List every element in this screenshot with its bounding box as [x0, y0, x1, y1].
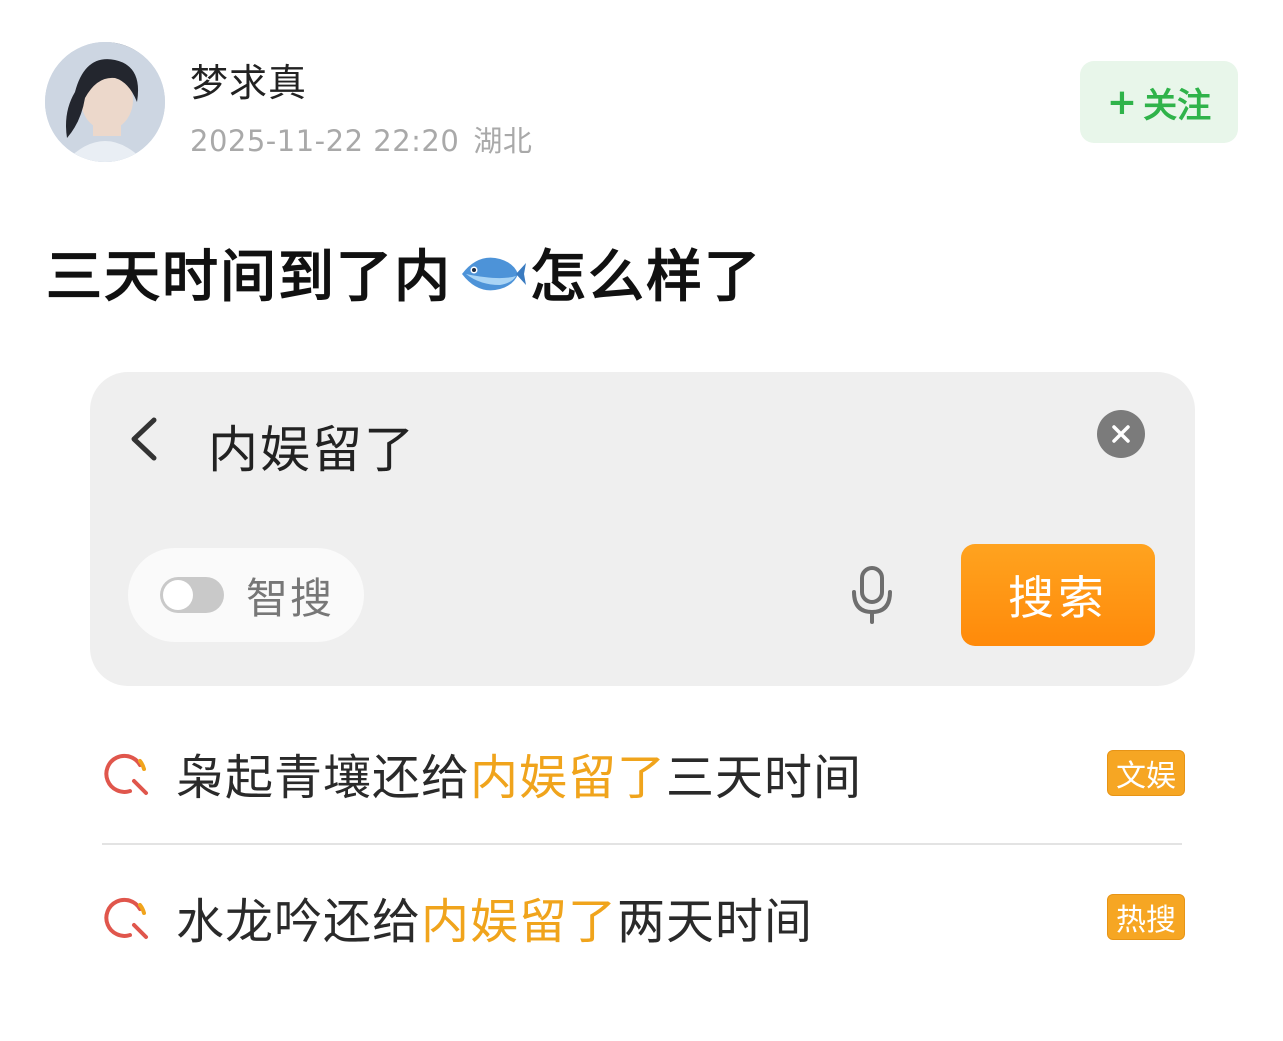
suggestion-highlight: 内娱留了	[470, 750, 667, 806]
post-location: 湖北	[473, 124, 533, 158]
fish-emoji-icon	[456, 248, 526, 298]
post-timestamp: 2025-11-22 22:20	[190, 124, 460, 158]
category-badge: 文娱	[1107, 750, 1185, 796]
post-text-after: 怎么样了	[530, 245, 762, 310]
suggestion-text: 枭起青壤还给内娱留了三天时间	[176, 750, 863, 806]
search-panel: 内娱留了 智搜 搜索	[90, 372, 1195, 686]
post-text-before: 三天时间到了内	[46, 245, 452, 310]
smart-search-label: 智搜	[246, 573, 335, 623]
divider	[102, 843, 1182, 845]
microphone-icon[interactable]	[846, 564, 898, 626]
avatar[interactable]	[45, 42, 165, 162]
search-suggestion-icon	[104, 897, 148, 939]
plus-icon: +	[1106, 81, 1138, 123]
clear-icon[interactable]	[1097, 410, 1145, 458]
suggestion-text: 水龙吟还给内娱留了两天时间	[176, 894, 814, 950]
follow-button[interactable]: + 关注	[1080, 61, 1238, 143]
back-chevron-icon[interactable]	[126, 416, 162, 462]
search-button[interactable]: 搜索	[961, 544, 1155, 646]
post-meta: 2025-11-22 22:20 湖北	[190, 118, 532, 160]
post-text: 三天时间到了内 怎么样了	[46, 232, 762, 313]
category-badge: 热搜	[1107, 894, 1185, 940]
smart-search-toggle[interactable]: 智搜	[128, 548, 364, 642]
follow-label: 关注	[1143, 85, 1212, 126]
search-suggestion-icon	[104, 753, 148, 795]
search-query[interactable]: 内娱留了	[208, 410, 416, 482]
username[interactable]: 梦求真	[190, 52, 307, 107]
toggle-switch[interactable]	[160, 577, 224, 613]
suggestion-highlight: 内娱留了	[421, 894, 618, 950]
suggestion-item[interactable]: 水龙吟还给内娱留了两天时间 热搜	[100, 872, 1185, 962]
suggestion-item[interactable]: 枭起青壤还给内娱留了三天时间 文娱	[100, 728, 1185, 818]
